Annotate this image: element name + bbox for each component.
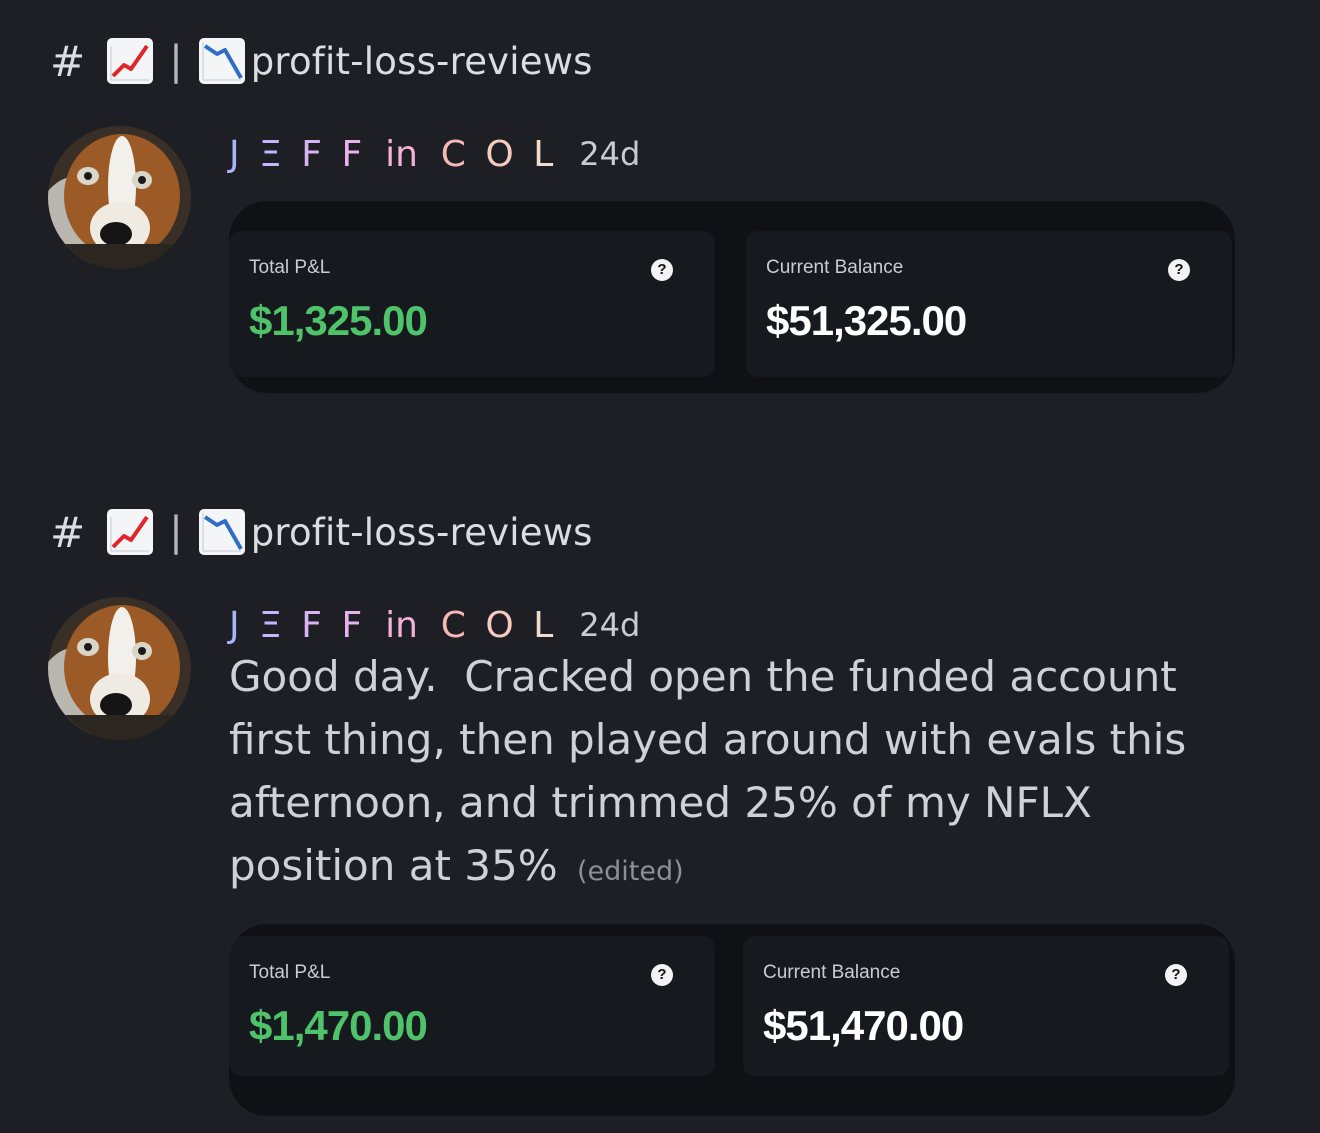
channel-separator: | [169,509,183,555]
author-name-char: L [533,604,554,646]
current-balance-card: Current Balance ? $51,470.00 [743,936,1229,1076]
chart-decreasing-icon [198,38,245,84]
author-name-char: O [485,133,514,175]
total-pnl-value: $1,470.00 [249,1002,428,1049]
author-name[interactable]: J Ξ F F in C O L [229,605,553,646]
channel-separator: | [169,38,183,84]
help-icon[interactable]: ? [651,259,673,281]
total-pnl-card: Total P&L ? $1,470.00 [229,936,715,1076]
total-pnl-card: Total P&L ? $1,325.00 [229,231,715,377]
author-name-char: J [229,604,240,646]
timestamp: 24d [579,606,641,644]
help-icon[interactable]: ? [1165,964,1187,986]
channel-hash-icon: # [50,36,86,86]
help-icon[interactable]: ? [651,964,673,986]
author-line: J Ξ F F in C O L 24d [229,601,640,649]
current-balance-value: $51,325.00 [766,297,967,344]
current-balance-label: Current Balance [766,257,904,278]
author-name-char: in [373,604,430,646]
total-pnl-label: Total P&L [249,962,331,983]
current-balance-value: $51,470.00 [763,1002,964,1049]
help-icon[interactable]: ? [1168,259,1190,281]
pnl-embed: Total P&L ? $1,470.00 Current Balance ? … [229,924,1235,1116]
timestamp: 24d [579,135,641,173]
author-name-char: C [440,604,466,646]
chart-increasing-icon [107,509,154,555]
author-name-char: in [373,133,430,175]
avatar[interactable] [48,126,191,269]
author-name-char: O [485,604,514,646]
author-name[interactable]: J Ξ F F in C O L [229,134,553,175]
current-balance-label: Current Balance [763,962,901,983]
author-name-char: F [301,133,322,175]
channel-header[interactable]: # | profit-loss-reviews [50,504,593,560]
author-name-char: L [533,133,554,175]
channel-name: profit-loss-reviews [250,39,593,83]
author-name-char: J [229,133,240,175]
channel-header[interactable]: # | profit-loss-reviews [50,33,593,89]
author-name-char: F [341,604,363,646]
author-name-char: F [301,604,322,646]
author-line: J Ξ F F in C O L 24d [229,130,640,178]
author-name-char: Ξ [259,604,282,646]
total-pnl-value: $1,325.00 [249,297,428,344]
chart-increasing-icon [107,38,154,84]
current-balance-card: Current Balance ? $51,325.00 [746,231,1232,377]
avatar[interactable] [48,597,191,740]
pnl-embed: Total P&L ? $1,325.00 Current Balance ? … [229,201,1235,393]
author-name-char: Ξ [259,133,282,175]
author-name-char: F [341,133,363,175]
author-name-char: C [440,133,466,175]
message-text: Good day. Cracked open the funded accoun… [229,652,1200,890]
edited-label: (edited) [576,856,684,887]
channel-hash-icon: # [50,507,86,557]
channel-name: profit-loss-reviews [250,510,593,554]
message-body: Good day. Cracked open the funded accoun… [229,645,1269,903]
chart-decreasing-icon [198,509,245,555]
total-pnl-label: Total P&L [249,257,331,278]
